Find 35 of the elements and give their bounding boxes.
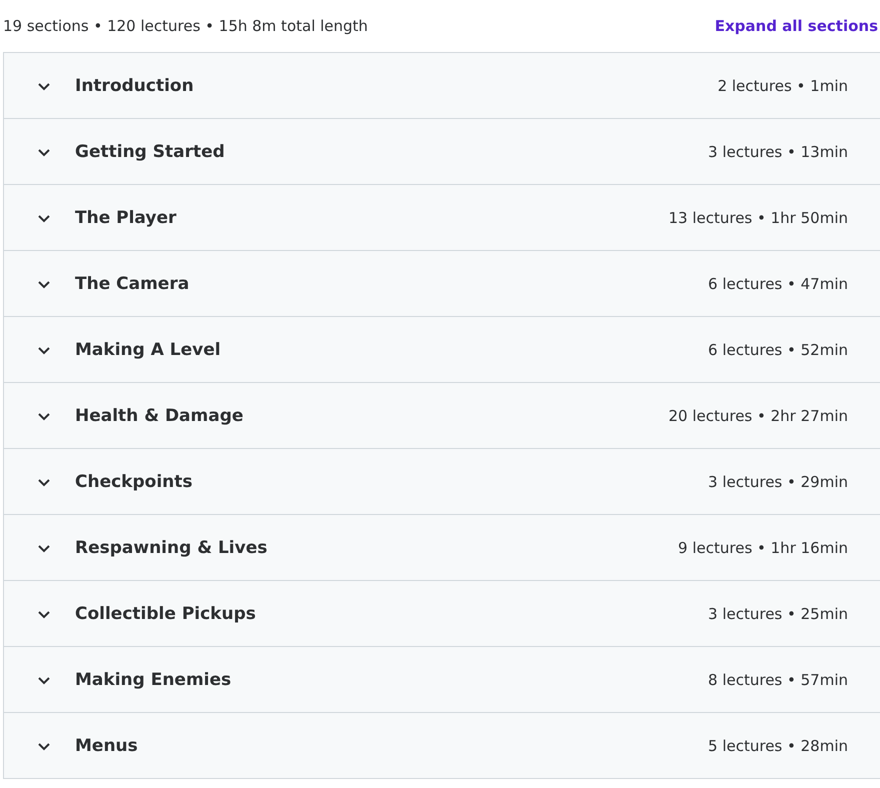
section-header[interactable]: The Camera 6 lectures • 47min (4, 251, 880, 317)
section-title: Making A Level (75, 340, 222, 360)
section-title: Menus (75, 736, 139, 756)
section-meta: 9 lectures • 1hr 16min (678, 538, 848, 556)
course-summary: 19 sections • 120 lectures • 15h 8m total length (3, 17, 368, 35)
section-header[interactable]: Menus 5 lectures • 28min (4, 713, 880, 779)
section-meta: 3 lectures • 25min (708, 604, 848, 622)
section-header[interactable]: The Player 13 lectures • 1hr 50min (4, 185, 880, 251)
section-header[interactable]: Making A Level 6 lectures • 52min (4, 317, 880, 383)
section-meta: 5 lectures • 28min (708, 736, 848, 754)
section-title: Making Enemies (75, 670, 232, 690)
section-header[interactable]: Making Enemies 8 lectures • 57min (4, 647, 880, 713)
section-title: Respawning & Lives (75, 538, 268, 558)
section-meta: 3 lectures • 29min (708, 472, 848, 490)
section-header[interactable]: Introduction 2 lectures • 1min (4, 53, 880, 119)
section-header[interactable]: Checkpoints 3 lectures • 29min (4, 449, 880, 515)
section-meta: 8 lectures • 57min (708, 670, 848, 688)
section-title: Checkpoints (75, 472, 194, 492)
section-meta: 13 lectures • 1hr 50min (668, 208, 848, 226)
section-meta: 2 lectures • 1min (718, 76, 848, 94)
section-title: The Player (75, 208, 178, 228)
section-header[interactable]: Health & Damage 20 lectures • 2hr 27min (4, 383, 880, 449)
section-header[interactable]: Respawning & Lives 9 lectures • 1hr 16min (4, 515, 880, 581)
section-title: The Camera (75, 274, 190, 294)
section-header[interactable]: Getting Started 3 lectures • 13min (4, 119, 880, 185)
section-meta: 6 lectures • 52min (708, 340, 848, 358)
section-meta: 6 lectures • 47min (708, 274, 848, 292)
section-title: Introduction (75, 76, 195, 96)
section-title: Collectible Pickups (75, 604, 257, 624)
section-title: Getting Started (75, 142, 226, 162)
section-meta: 20 lectures • 2hr 27min (668, 406, 848, 424)
section-title: Health & Damage (75, 406, 244, 426)
section-meta: 3 lectures • 13min (708, 142, 848, 160)
section-header[interactable]: Collectible Pickups 3 lectures • 25min (4, 581, 880, 647)
expand-all-link[interactable]: Expand all sections (714, 17, 878, 35)
